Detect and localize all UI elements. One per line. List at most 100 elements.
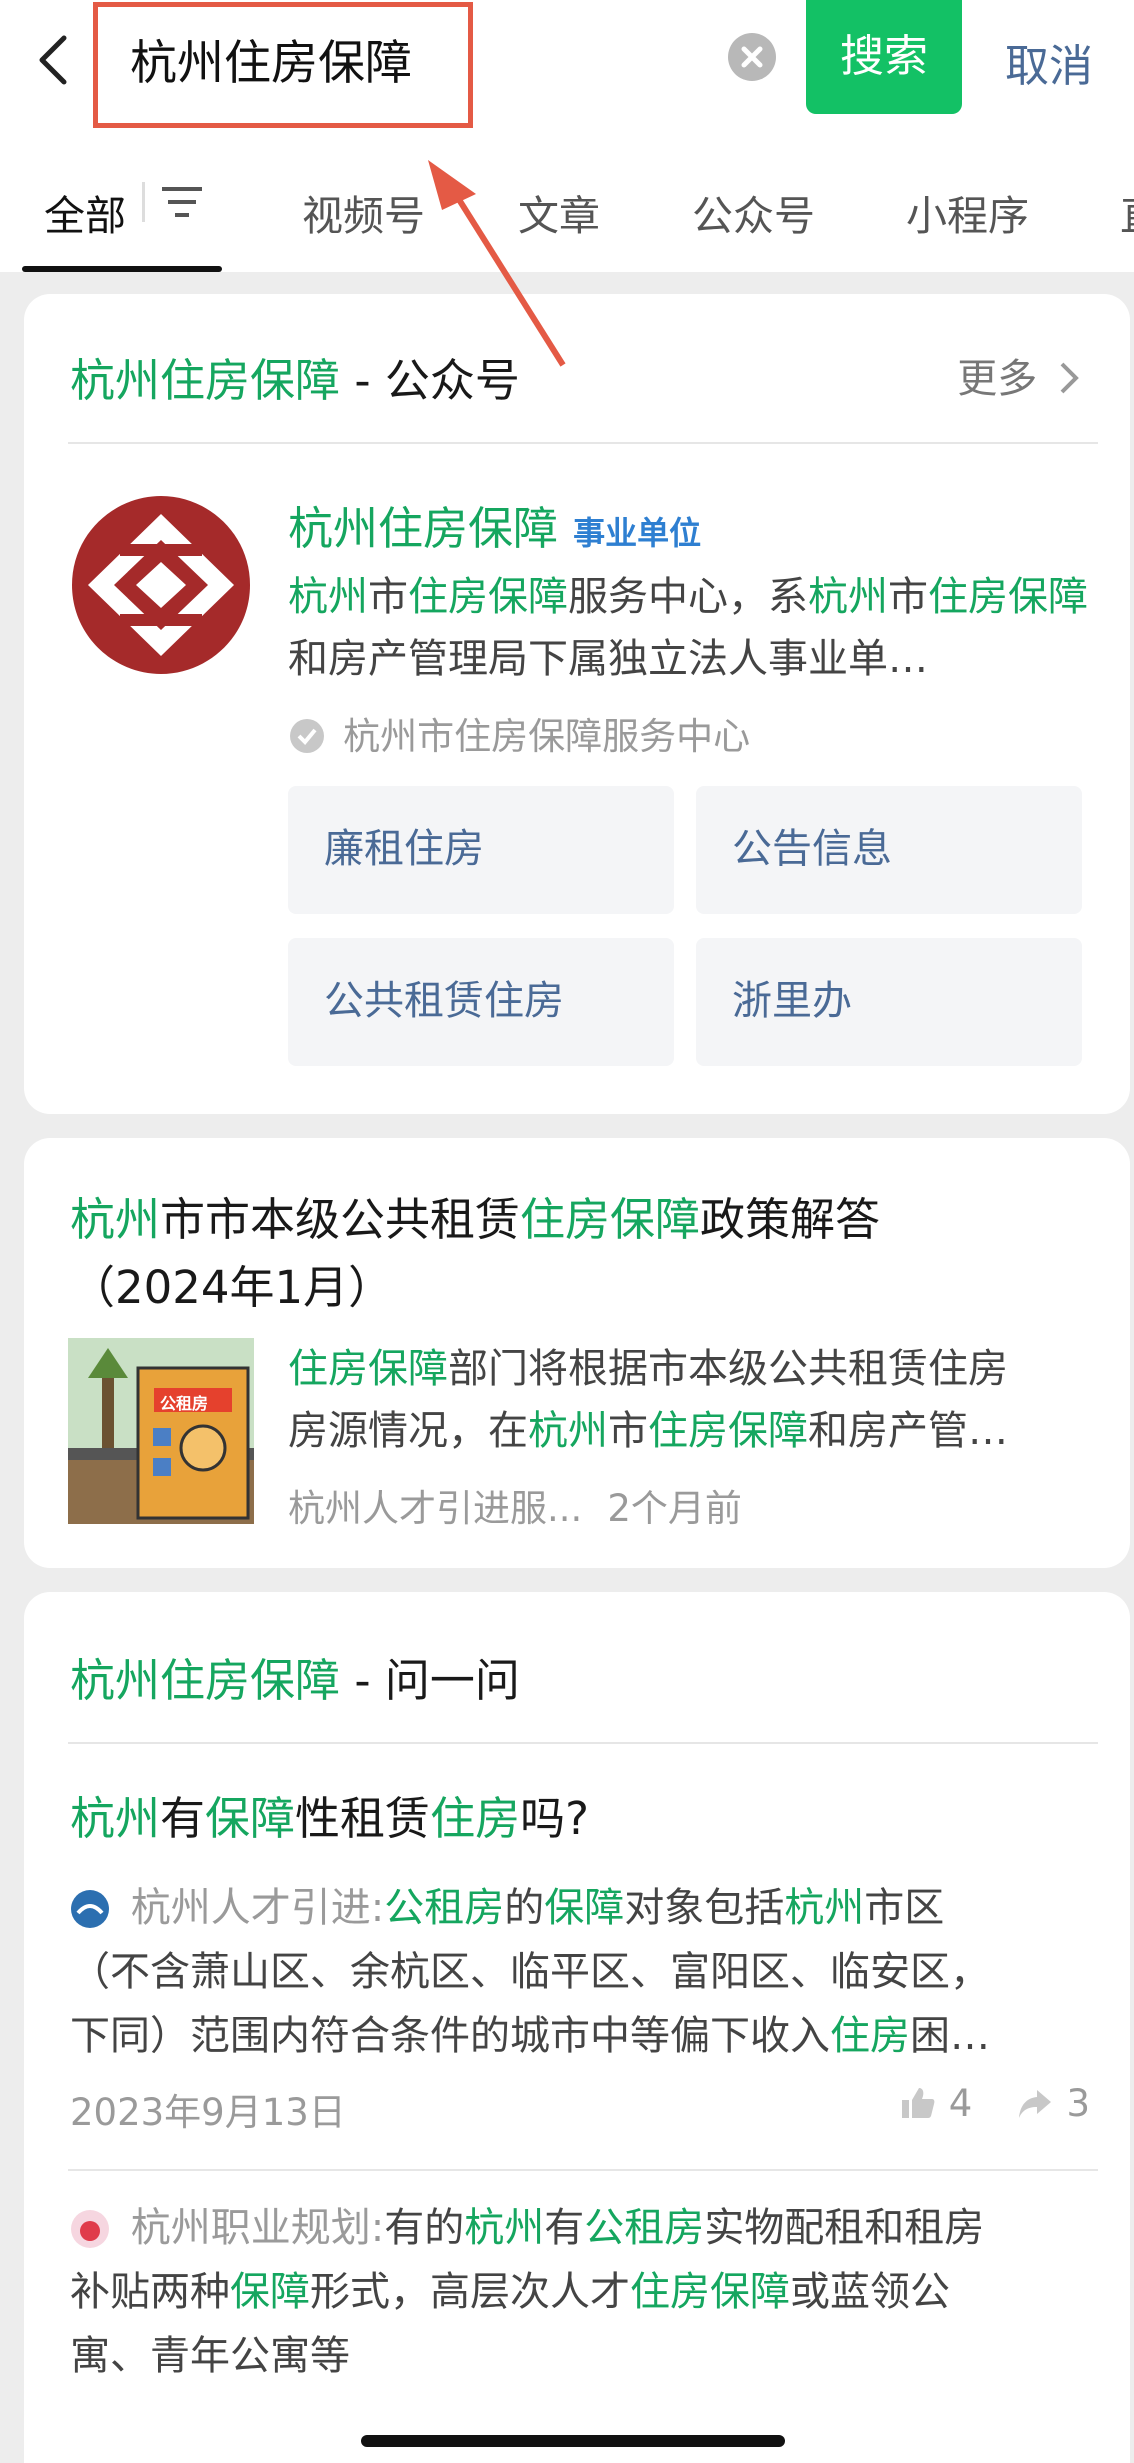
text-segment: 市区 bbox=[864, 1885, 945, 1931]
highlight-text: 住房保障 bbox=[630, 2269, 790, 2315]
answer-text-line3: 寓、青年公寓等 bbox=[70, 2333, 350, 2379]
back-arrow-icon[interactable] bbox=[30, 32, 80, 88]
verified-row: 杭州市住房保障服务中心 bbox=[288, 706, 750, 760]
verified-entity: 杭州市住房保障服务中心 bbox=[343, 715, 751, 758]
answer-2[interactable]: 杭州职业规划:有的杭州有公租房实物配租和租房 bbox=[70, 2196, 984, 2260]
text-segment: 实物配租和租房 bbox=[704, 2205, 985, 2251]
text-segment: 对象包括 bbox=[624, 1885, 785, 1931]
active-tab-indicator bbox=[22, 266, 222, 272]
tab-separator bbox=[142, 182, 145, 222]
highlight-text: 保障 bbox=[544, 1885, 625, 1931]
home-indicator bbox=[361, 2435, 785, 2447]
text-segment: 吗? bbox=[520, 1792, 589, 1845]
highlight-text: 住房保障 bbox=[288, 1346, 448, 1392]
clear-icon[interactable] bbox=[728, 33, 776, 81]
article-meta: 杭州人才引进服... 2个月前 bbox=[288, 1478, 742, 1532]
card-title: 杭州住房保障 - 公众号 bbox=[70, 354, 520, 407]
text-segment: 市市本级公共租赁 bbox=[160, 1193, 521, 1246]
text-segment: 的 bbox=[504, 1885, 545, 1931]
account-type-badge: 事业单位 bbox=[573, 514, 702, 552]
answer-author: 杭州人才引进: bbox=[130, 1885, 385, 1931]
account-name[interactable]: 杭州住房保障 bbox=[288, 502, 558, 555]
text-segment: 下同）范围内符合条件的城市中等偏下收入 bbox=[70, 2013, 830, 2059]
tab-all[interactable]: 全部 bbox=[44, 182, 126, 242]
article-time: 2个月前 bbox=[607, 1487, 742, 1530]
thumbnail-label: 公租房 bbox=[160, 1394, 209, 1413]
quick-link-announcements[interactable]: 公告信息 bbox=[696, 786, 1082, 914]
highlight-text: 杭州 bbox=[784, 1885, 865, 1931]
account-logo[interactable] bbox=[68, 492, 254, 678]
answer-text-line1: 公租房的保障对象包括杭州市区 bbox=[384, 1885, 944, 1931]
official-account-card: 杭州住房保障 - 公众号 更多 杭州住房保障 事业单位 杭州市住房保障服务中心，… bbox=[24, 294, 1130, 1114]
share-count: 3 bbox=[1066, 2082, 1090, 2125]
divider bbox=[68, 2169, 1098, 2171]
answer-author: 杭州职业规划: bbox=[130, 2205, 385, 2251]
text-segment: 市 bbox=[888, 574, 928, 620]
highlight-text: 住房保障 bbox=[408, 574, 568, 620]
quick-link-low-rent-housing[interactable]: 廉租住房 bbox=[288, 786, 674, 914]
text-segment: 服务中心，系 bbox=[568, 574, 808, 620]
thumbs-up-icon[interactable] bbox=[900, 2086, 936, 2120]
text-segment: 和房产管理局下属独立法人事业单… bbox=[288, 636, 928, 682]
more-link[interactable]: 更多 bbox=[957, 346, 1080, 404]
highlight-text: 保障 bbox=[230, 2269, 310, 2315]
answer-text-line1: 有的杭州有公租房实物配租和租房 bbox=[384, 2205, 984, 2251]
highlight-text: 杭州 bbox=[70, 1193, 161, 1246]
answer-text-line2: （不含萧山区、余杭区、临平区、富阳区、临安区， bbox=[70, 1949, 990, 1995]
text-segment: 有 bbox=[544, 2205, 585, 2251]
highlight-text: 保障 bbox=[205, 1792, 296, 1845]
article-title[interactable]: 杭州市市本级公共租赁住房保障政策解答 bbox=[70, 1186, 880, 1254]
text-segment: 或蓝领公 bbox=[790, 2269, 950, 2315]
divider bbox=[68, 1742, 1098, 1744]
article-thumbnail: 公租房 bbox=[68, 1338, 254, 1524]
text-segment: 性租赁 bbox=[295, 1792, 431, 1845]
tab-articles[interactable]: 文章 bbox=[518, 182, 600, 242]
cancel-button[interactable]: 取消 bbox=[1005, 30, 1093, 94]
account-name-row: 杭州住房保障 事业单位 bbox=[288, 492, 701, 557]
like-count: 4 bbox=[948, 2082, 973, 2125]
author-avatar bbox=[71, 1890, 109, 1928]
text-segment: 和房产管… bbox=[808, 1408, 1008, 1454]
qa-card: 杭州住房保障 - 问一问 杭州有保障性租赁住房吗? 杭州人才引进:公租房的保障对… bbox=[24, 1592, 1130, 2463]
article-snippet-line1: 住房保障部门将根据市本级公共租赁住房 bbox=[288, 1338, 1008, 1400]
text-segment: 困… bbox=[910, 2013, 990, 2059]
author-avatar bbox=[71, 2210, 109, 2248]
highlight-text: 公租房 bbox=[584, 2205, 705, 2251]
share-icon[interactable] bbox=[1017, 2088, 1053, 2120]
tab-more[interactable]: 直 bbox=[1120, 182, 1134, 242]
annotation-highlight-box bbox=[93, 2, 473, 128]
text-segment: 补贴两种 bbox=[70, 2269, 230, 2315]
article-title-line2: （2024年1月） bbox=[70, 1261, 394, 1314]
text-segment: 市 bbox=[608, 1408, 648, 1454]
qa-card-title: 杭州住房保障 - 问一问 bbox=[70, 1654, 520, 1707]
highlight-text: 杭州 bbox=[528, 1408, 608, 1454]
text-segment: 房源情况，在 bbox=[288, 1408, 528, 1454]
highlight-text: 杭州 bbox=[464, 2205, 545, 2251]
quick-link-public-rental-housing[interactable]: 公共租赁住房 bbox=[288, 938, 674, 1066]
article-source[interactable]: 杭州人才引进服... bbox=[288, 1487, 582, 1530]
highlight-text: 住房 bbox=[430, 1792, 521, 1845]
highlight-text: 杭州 bbox=[70, 1792, 161, 1845]
quick-link-zheliban[interactable]: 浙里办 bbox=[696, 938, 1082, 1066]
answer-text-line2: 补贴两种保障形式，高层次人才住房保障或蓝领公 bbox=[70, 2260, 950, 2324]
tab-mini-programs[interactable]: 小程序 bbox=[906, 182, 1029, 242]
verified-icon bbox=[290, 719, 324, 753]
highlight-text: 住房保障 bbox=[520, 1193, 701, 1246]
answer-1[interactable]: 杭州人才引进:公租房的保障对象包括杭州市区 bbox=[70, 1876, 944, 1940]
search-button[interactable]: 搜索 bbox=[806, 0, 962, 114]
question-title[interactable]: 杭州有保障性租赁住房吗? bbox=[70, 1782, 589, 1847]
tab-official-accounts[interactable]: 公众号 bbox=[692, 182, 815, 242]
highlight-text: 住房保障 bbox=[648, 1408, 808, 1454]
filter-icon[interactable] bbox=[160, 185, 204, 219]
account-description: 杭州市住房保障服务中心，系杭州市住房保障和房产管理局下属独立法人事业单… bbox=[288, 566, 1088, 690]
article-snippet-line2: 房源情况，在杭州市住房保障和房产管… bbox=[288, 1400, 1008, 1462]
text-segment: 市 bbox=[368, 574, 408, 620]
chevron-right-icon bbox=[1060, 362, 1079, 394]
tab-channels[interactable]: 视频号 bbox=[302, 182, 425, 242]
highlight-text: 杭州 bbox=[288, 574, 368, 620]
text-segment: 有的 bbox=[384, 2205, 465, 2251]
article-card[interactable]: 杭州市市本级公共租赁住房保障政策解答 （2024年1月） 公租房 住房保障部门将… bbox=[24, 1138, 1130, 1568]
text-segment: 政策解答 bbox=[700, 1193, 881, 1246]
answer-text-line3: 下同）范围内符合条件的城市中等偏下收入住房困… bbox=[70, 2004, 990, 2068]
answer-actions: 4 3 bbox=[900, 2082, 1090, 2125]
